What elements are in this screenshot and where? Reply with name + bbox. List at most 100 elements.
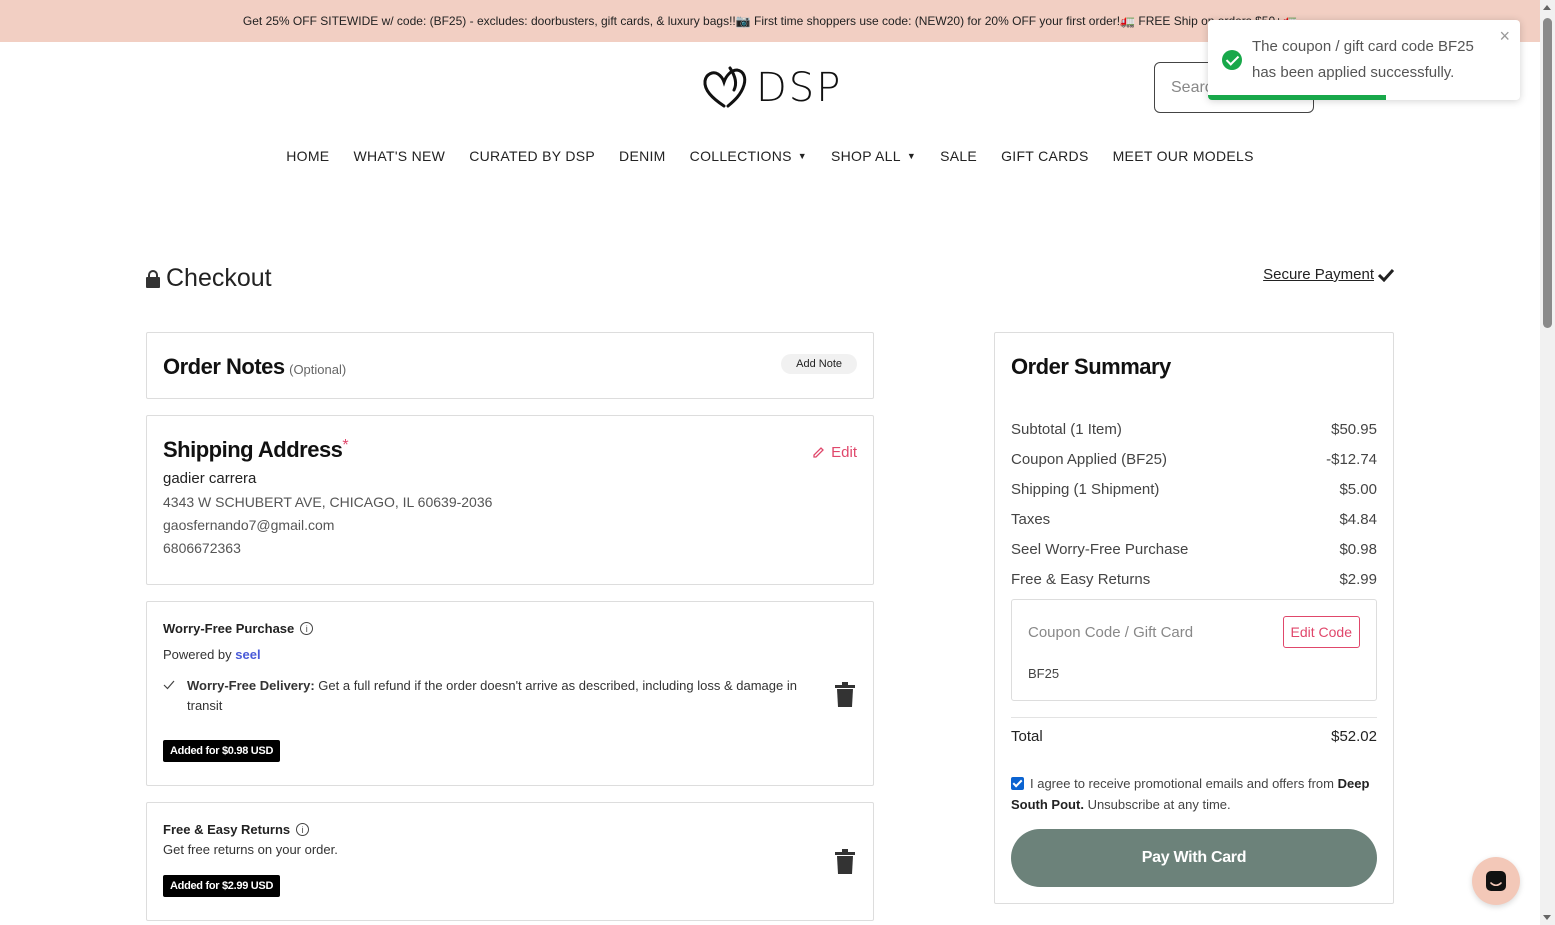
required-mark: * xyxy=(342,437,349,454)
summary-row-value: $4.84 xyxy=(1339,511,1377,528)
feature-title: Worry-Free Delivery: xyxy=(187,678,315,693)
worry-free-heading: Worry-Free Purchase i xyxy=(163,621,314,636)
toast-progress-bar xyxy=(1208,95,1386,100)
nav-label: COLLECTIONS xyxy=(689,148,792,164)
optional-label: (Optional) xyxy=(289,362,347,377)
applied-coupon-code: BF25 xyxy=(1028,666,1060,681)
summary-row: Seel Worry-Free Purchase $0.98 xyxy=(1011,541,1377,558)
summary-row-label: Subtotal (1 Item) xyxy=(1011,421,1122,438)
nav-label: HOME xyxy=(286,148,330,164)
search-placeholder: Searc xyxy=(1171,78,1213,96)
total-label: Total xyxy=(1011,728,1043,745)
order-notes-title: Order Notes xyxy=(163,354,285,379)
shipping-address-card: Shipping Address* Edit gadier carrera 43… xyxy=(146,415,874,585)
returns-title: Free & Easy Returns xyxy=(163,822,291,837)
nav-item-home[interactable]: HOME xyxy=(286,148,329,164)
marketing-consent: I agree to receive promotional emails an… xyxy=(1011,773,1377,815)
pencil-icon xyxy=(813,447,825,458)
order-summary: Order Summary Subtotal (1 Item) $50.95 Cou… xyxy=(994,332,1394,904)
order-notes-heading: Order Notes (Optional) xyxy=(163,354,346,380)
summary-row-value: $50.95 xyxy=(1331,421,1377,438)
summary-title: Order Summary xyxy=(1011,354,1171,379)
summary-row: Subtotal (1 Item) $50.95 xyxy=(1011,421,1377,438)
worry-free-card: Worry-Free Purchase i Powered by seel Wo… xyxy=(146,601,874,786)
order-notes-card: Order Notes (Optional) Add Note xyxy=(146,332,874,399)
feature-description: Worry-Free Delivery: Get a full refund i… xyxy=(187,676,803,716)
secure-payment-link[interactable]: Secure Payment xyxy=(1263,266,1394,283)
nav-label: DENIM xyxy=(619,148,666,164)
site-logo[interactable]: DSP xyxy=(700,64,842,112)
scroll-up-arrow-icon[interactable] xyxy=(1543,5,1551,10)
nav-item-what-s-new[interactable]: WHAT'S NEW xyxy=(353,148,445,164)
worry-free-price-badge: Added for $0.98 USD xyxy=(163,740,281,762)
shipping-title: Shipping Address xyxy=(163,437,343,462)
edit-address-button[interactable]: Edit xyxy=(812,444,857,461)
phone-number: 6806672363 xyxy=(163,540,241,556)
checkout-title-text: Checkout xyxy=(166,264,272,292)
info-icon[interactable]: i xyxy=(296,823,310,836)
caret-down-icon: ▼ xyxy=(797,151,807,161)
summary-row-value: $0.98 xyxy=(1339,541,1377,558)
coupon-box: Coupon Code / Gift Card Edit Code BF25 xyxy=(1011,599,1377,701)
nav-item-denim[interactable]: DENIM xyxy=(619,148,666,164)
heart-logo-icon xyxy=(703,66,747,108)
nav-item-shop-all[interactable]: SHOP ALL ▼ xyxy=(831,148,916,164)
powered-by-label: Powered by xyxy=(163,647,232,662)
nav-item-collections[interactable]: COLLECTIONS ▼ xyxy=(690,148,807,164)
edit-label: Edit xyxy=(831,444,857,461)
add-note-button[interactable]: Add Note xyxy=(781,354,857,374)
summary-row: Shipping (1 Shipment) $5.00 xyxy=(1011,481,1377,498)
email-address: gaosfernando7@gmail.com xyxy=(163,517,335,533)
lock-icon xyxy=(146,269,160,288)
summary-row-value: $5.00 xyxy=(1339,481,1377,498)
nav-item-curated-by-dsp[interactable]: CURATED BY DSP xyxy=(469,148,595,164)
trash-icon[interactable] xyxy=(834,849,856,875)
recipient-name: gadier carrera xyxy=(163,470,257,487)
shipping-heading: Shipping Address* xyxy=(163,437,349,463)
summary-row: Free & Easy Returns $2.99 xyxy=(1011,571,1377,588)
nav-label: GIFT CARDS xyxy=(1001,148,1089,164)
nav-item-meet-our-models[interactable]: MEET OUR MODELS xyxy=(1113,148,1254,164)
chat-icon xyxy=(1486,871,1506,891)
summary-row-value: -$12.74 xyxy=(1326,451,1377,468)
worry-free-title: Worry-Free Purchase xyxy=(163,621,295,636)
check-icon xyxy=(163,680,175,690)
summary-row: Taxes $4.84 xyxy=(1011,511,1377,528)
consent-suffix: Unsubscribe at any time. xyxy=(1087,797,1231,812)
nav-label: CURATED BY DSP xyxy=(469,148,596,164)
scroll-down-arrow-icon[interactable] xyxy=(1543,915,1551,920)
checkmark-icon xyxy=(1378,268,1394,282)
total-row: Total $52.02 xyxy=(1011,728,1377,745)
nav-item-sale[interactable]: SALE xyxy=(940,148,977,164)
secure-payment-text: Secure Payment xyxy=(1263,266,1374,283)
trash-icon[interactable] xyxy=(834,682,856,708)
returns-price-badge: Added for $2.99 USD xyxy=(163,875,281,897)
edit-code-button[interactable]: Edit Code xyxy=(1282,616,1360,648)
caret-down-icon: ▼ xyxy=(906,151,917,161)
chat-button[interactable] xyxy=(1472,857,1520,905)
summary-row-label: Seel Worry-Free Purchase xyxy=(1011,541,1189,558)
summary-row-value: $2.99 xyxy=(1339,571,1377,588)
worry-free-feature: Worry-Free Delivery: Get a full refund i… xyxy=(163,676,803,716)
nav-item-gift-cards[interactable]: GIFT CARDS xyxy=(1001,148,1089,164)
promo-text: Get 25% OFF SITEWIDE w/ code: (BF25) - e… xyxy=(242,14,1298,28)
close-icon[interactable]: × xyxy=(1499,26,1510,47)
success-toast: The coupon / gift card code BF25 has bee… xyxy=(1208,20,1520,100)
info-icon[interactable]: i xyxy=(300,622,314,635)
returns-heading: Free & Easy Returns i xyxy=(163,822,310,837)
returns-text: Get free returns on your order. xyxy=(163,842,338,857)
consent-prefix: I agree to receive promotional emails an… xyxy=(1030,776,1334,791)
summary-row-label: Coupon Applied (BF25) xyxy=(1011,451,1167,468)
page-title: Checkout xyxy=(146,264,272,293)
seel-brand[interactable]: seel xyxy=(235,647,260,662)
coupon-input[interactable]: Coupon Code / Gift Card xyxy=(1028,624,1193,641)
pay-with-card-button[interactable]: Pay With Card xyxy=(1011,829,1377,887)
page-scrollbar[interactable] xyxy=(1540,0,1555,925)
summary-row: Coupon Applied (BF25) -$12.74 xyxy=(1011,451,1377,468)
powered-by: Powered by seel xyxy=(163,647,261,662)
summary-row-label: Free & Easy Returns xyxy=(1011,571,1151,588)
scroll-thumb[interactable] xyxy=(1543,18,1552,328)
toast-message: The coupon / gift card code BF25 has bee… xyxy=(1252,38,1474,81)
consent-checkbox[interactable] xyxy=(1011,777,1024,790)
nav-label: MEET OUR MODELS xyxy=(1112,148,1254,164)
